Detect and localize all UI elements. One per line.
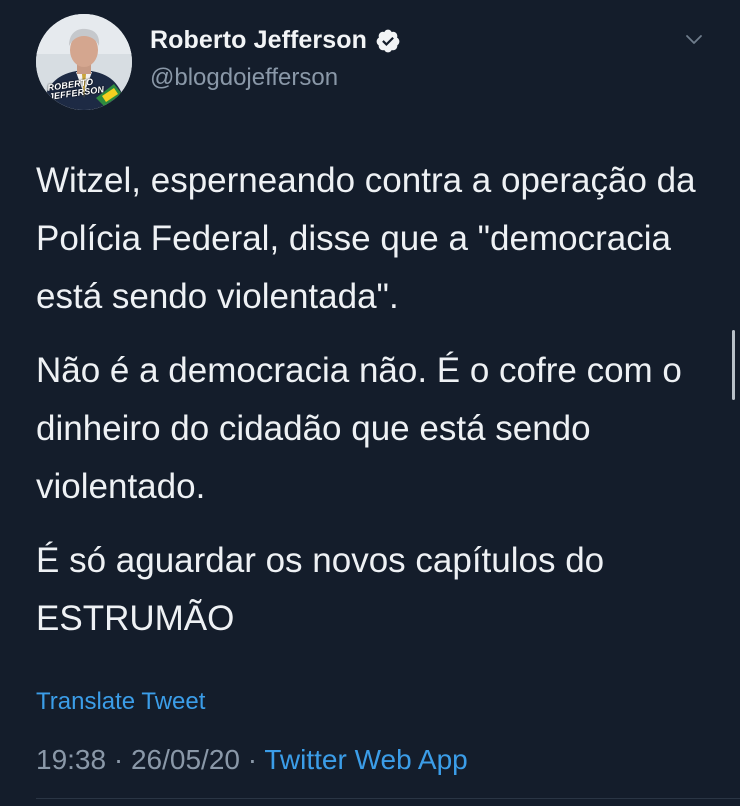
- avatar[interactable]: ROBERTO JEFFERSON: [36, 14, 132, 110]
- divider: [36, 798, 740, 799]
- tweet-time[interactable]: 19:38: [36, 744, 106, 775]
- author-handle[interactable]: @blogdojefferson: [150, 64, 338, 92]
- tweet-metadata: 19:38 · 26/05/20 · Twitter Web App: [36, 744, 468, 776]
- scrollbar-thumb[interactable]: [732, 330, 735, 400]
- source-app-link[interactable]: Twitter Web App: [264, 744, 467, 775]
- meta-separator: ·: [113, 744, 124, 775]
- tweet-card: ROBERTO JEFFERSON Roberto Jefferson @blo…: [0, 0, 740, 806]
- tweet-paragraph: Witzel, esperneando contra a operação da…: [36, 161, 696, 316]
- translate-tweet-link[interactable]: Translate Tweet: [36, 688, 205, 716]
- tweet-date[interactable]: 26/05/20: [131, 744, 240, 775]
- meta-separator: ·: [247, 744, 258, 775]
- verified-badge-icon: [376, 29, 400, 52]
- tweet-paragraph: É só aguardar os novos capítulos do ESTR…: [36, 541, 605, 638]
- tweet-paragraph: Não é a democracia não. É o cofre com o …: [36, 351, 682, 506]
- tweet-text: Witzel, esperneando contra a operação da…: [36, 152, 716, 664]
- author-name-row[interactable]: Roberto Jefferson: [150, 26, 401, 55]
- author-display-name[interactable]: Roberto Jefferson: [150, 26, 367, 55]
- chevron-down-icon[interactable]: [684, 32, 704, 48]
